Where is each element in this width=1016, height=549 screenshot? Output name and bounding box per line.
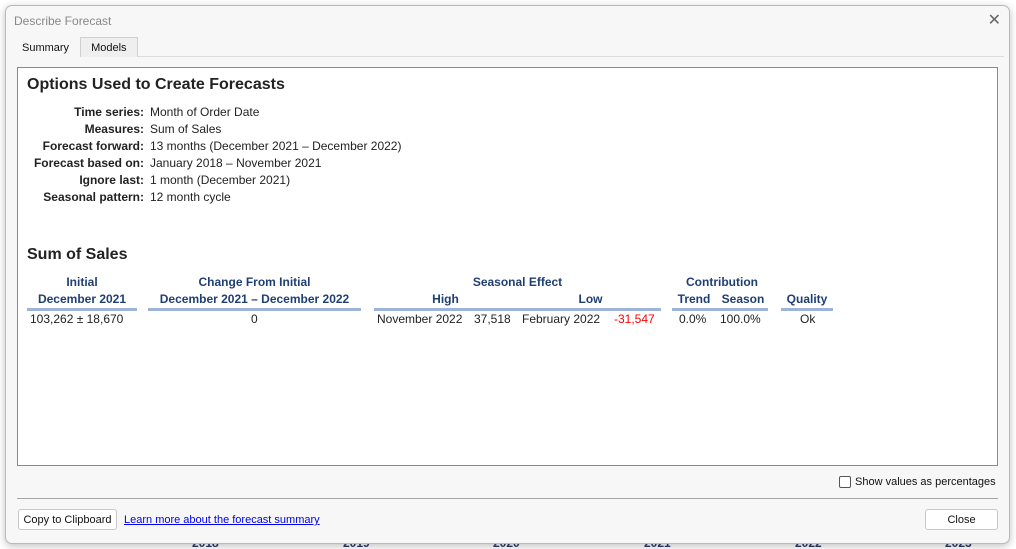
initial-value: 103,262 ± 18,670 [30, 312, 124, 326]
copy-to-clipboard-button[interactable]: Copy to Clipboard [18, 509, 117, 530]
option-label: Ignore last: [79, 173, 144, 187]
describe-forecast-dialog: Describe Forecast ✕ Summary Models Optio… [5, 5, 1010, 544]
checkbox-box[interactable] [839, 476, 851, 488]
low-month: February 2022 [522, 312, 601, 326]
header-underline [672, 308, 768, 311]
close-button[interactable]: Close [925, 509, 998, 530]
high-value: 37,518 [474, 312, 511, 326]
option-value: 12 month cycle [150, 190, 231, 204]
dialog-title: Describe Forecast [14, 14, 112, 28]
tab-models[interactable]: Models [80, 37, 138, 57]
options-heading: Options Used to Create Forecasts [27, 76, 285, 93]
option-value: Sum of Sales [150, 122, 222, 136]
tab-summary[interactable]: Summary [11, 37, 81, 57]
trend-value: 0.0% [679, 312, 707, 326]
low-value: -31,547 [614, 312, 655, 326]
quality-value: Ok [800, 312, 816, 326]
show-percentages-checkbox[interactable]: Show values as percentages [839, 476, 996, 488]
footer-divider [17, 498, 998, 499]
header-initial-period: December 2021 [37, 292, 127, 306]
sum-of-sales-heading: Sum of Sales [27, 246, 128, 263]
header-underline [27, 308, 137, 311]
header-initial: Initial [66, 275, 98, 289]
option-value: January 2018 – November 2021 [150, 156, 322, 170]
header-change: Change From Initial [198, 275, 311, 289]
season-value: 100.0% [720, 312, 761, 326]
show-percentages-label[interactable]: Show values as percentages [855, 476, 996, 488]
option-label: Time series: [74, 105, 144, 119]
header-quality: Quality [786, 292, 828, 306]
header-season: Season [721, 292, 765, 306]
change-value: 0 [251, 312, 258, 326]
tab-divider [11, 56, 1004, 57]
header-change-period: December 2021 – December 2022 [159, 292, 350, 306]
header-underline [374, 308, 661, 311]
option-label: Seasonal pattern: [43, 190, 144, 204]
header-seasonal-effect: Seasonal Effect [472, 275, 563, 289]
header-underline [148, 308, 361, 311]
option-label: Forecast based on: [33, 156, 144, 170]
option-value: Month of Order Date [150, 105, 260, 119]
summary-panel: Options Used to Create Forecasts Time se… [17, 67, 998, 466]
high-month: November 2022 [377, 312, 463, 326]
learn-more-link[interactable]: Learn more about the forecast summary [124, 514, 320, 526]
close-icon[interactable]: ✕ [988, 10, 1001, 30]
options-list: Time series: Month of Order Date Measures… [18, 104, 402, 206]
option-label: Measures: [84, 122, 144, 136]
option-label: Forecast forward: [42, 139, 144, 153]
header-low: Low [578, 292, 603, 306]
header-contribution: Contribution [686, 275, 758, 289]
option-value: 1 month (December 2021) [150, 173, 291, 187]
header-high: High [432, 292, 459, 306]
option-value: 13 months (December 2021 – December 2022… [150, 139, 402, 153]
header-trend: Trend [677, 292, 711, 306]
header-underline [781, 308, 833, 311]
